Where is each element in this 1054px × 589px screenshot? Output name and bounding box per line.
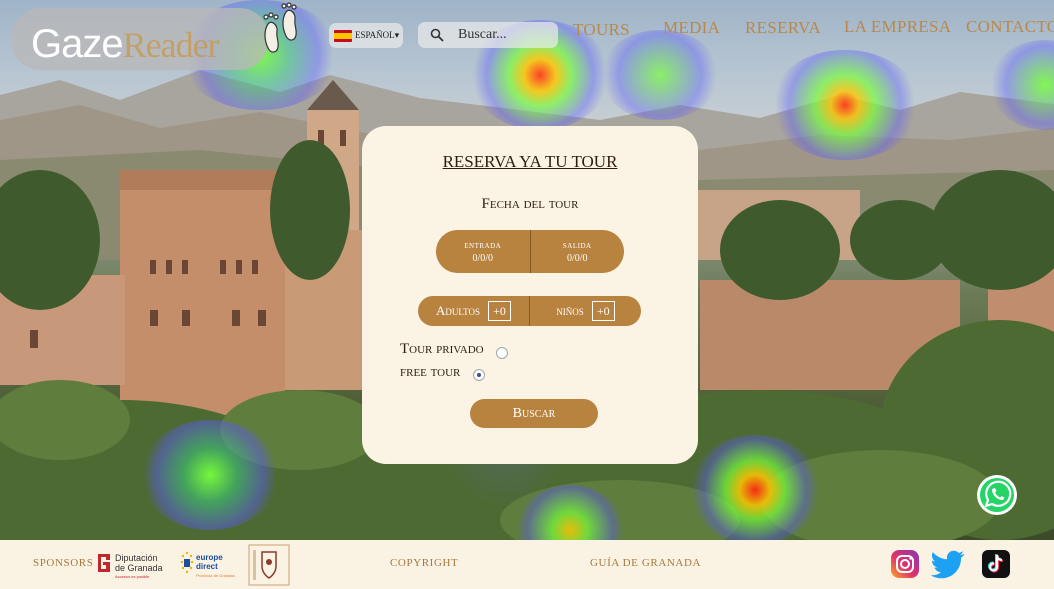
salida-value: 0/0/0 bbox=[566, 252, 588, 264]
entrada-date-field[interactable]: entrada 0/0/0 bbox=[436, 230, 530, 273]
ninos-counter[interactable]: +0 bbox=[591, 301, 615, 321]
europe-direct-line1: europe bbox=[196, 553, 223, 562]
booking-title: RESERVA YA TU TOUR bbox=[442, 152, 618, 171]
diputacion-emblem-icon bbox=[98, 554, 110, 572]
ninos-field: niños +0 bbox=[530, 301, 641, 321]
europe-direct-line3: Provincia de Granada bbox=[196, 573, 235, 578]
tour-privado-radio[interactable] bbox=[496, 347, 508, 359]
europe-direct-line2: direct bbox=[196, 562, 218, 571]
entrada-label: entrada bbox=[464, 239, 502, 251]
copyright-link[interactable]: COPYRIGHT bbox=[390, 557, 458, 569]
diputacion-line1: Diputación bbox=[115, 553, 158, 563]
search-placeholder: Buscar... bbox=[458, 27, 507, 42]
date-label: Fecha del tour bbox=[481, 196, 579, 212]
guests-selector: Adultos +0 niños +0 bbox=[418, 296, 641, 326]
ninos-label: niños bbox=[556, 303, 584, 318]
salida-label: salida bbox=[562, 239, 592, 251]
adultos-counter[interactable]: +0 bbox=[487, 301, 511, 321]
footprints-icon bbox=[263, 2, 297, 53]
logo-gaze-text: Gaze bbox=[31, 22, 124, 66]
tiktok-icon[interactable] bbox=[981, 549, 1011, 579]
twitter-icon[interactable] bbox=[930, 549, 966, 579]
salida-date-field[interactable]: salida 0/0/0 bbox=[531, 230, 625, 273]
whatsapp-button[interactable] bbox=[977, 475, 1017, 515]
logo[interactable]: GazeReader bbox=[11, 8, 269, 70]
entrada-value: 0/0/0 bbox=[472, 252, 494, 264]
adultos-field: Adultos +0 bbox=[418, 301, 529, 321]
spain-flag-icon bbox=[334, 29, 352, 42]
diputacion-line3: Accesos es posible bbox=[115, 574, 150, 579]
city-crest-icon bbox=[248, 544, 290, 586]
diputacion-granada-logo[interactable]: Diputación de Granada Accesos es posible bbox=[96, 549, 163, 581]
language-label: ESPAÑOL▾ bbox=[355, 30, 400, 40]
europe-direct-logo[interactable]: europe direct Provincia de Granada bbox=[180, 549, 238, 581]
nav-contacto[interactable]: CONTACTO bbox=[966, 17, 1054, 37]
logo-text: GazeReader bbox=[31, 22, 220, 67]
buscar-button[interactable]: Buscar bbox=[470, 399, 598, 428]
booking-card: RESERVA YA TU TOUR Fecha del tour entrad… bbox=[362, 126, 698, 464]
footer: SPONSORS Diputación de Granada Accesos e… bbox=[0, 540, 1054, 589]
nav-reserva[interactable]: RESERVA bbox=[745, 18, 821, 38]
whatsapp-icon bbox=[980, 478, 1014, 512]
guia-granada-link[interactable]: GUÍA DE GRANADA bbox=[590, 557, 701, 569]
free-tour-radio[interactable] bbox=[473, 369, 485, 381]
language-selector[interactable]: ESPAÑOL▾ bbox=[329, 23, 403, 48]
logo-reader-text: Reader bbox=[122, 25, 220, 65]
nav-la-empresa[interactable]: LA EMPRESA bbox=[844, 17, 951, 37]
nav-tours[interactable]: TOURS bbox=[573, 20, 630, 40]
sponsors-label: SPONSORS bbox=[33, 557, 94, 569]
adultos-label: Adultos bbox=[436, 303, 480, 318]
search-input[interactable]: Buscar... bbox=[418, 22, 558, 48]
instagram-icon[interactable] bbox=[890, 549, 920, 579]
ayuntamiento-granada-logo[interactable] bbox=[248, 544, 290, 586]
free-tour-label: free tour bbox=[400, 364, 461, 380]
diputacion-line2: de Granada bbox=[115, 563, 163, 573]
date-range-picker: entrada 0/0/0 salida 0/0/0 bbox=[436, 230, 624, 273]
nav-media[interactable]: MEDIA bbox=[663, 18, 720, 38]
tour-privado-label: Tour privado bbox=[400, 341, 484, 357]
eu-stars-icon bbox=[180, 551, 194, 574]
search-icon bbox=[430, 28, 444, 42]
